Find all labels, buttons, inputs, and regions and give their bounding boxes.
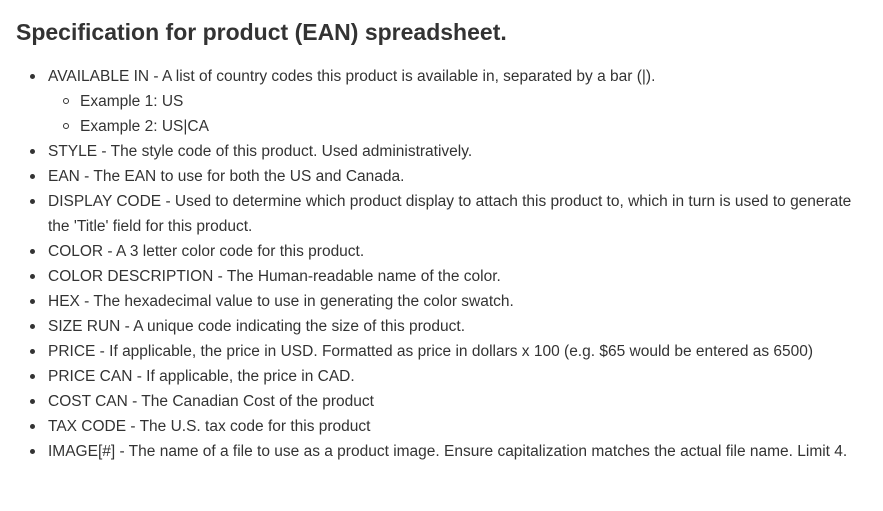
list-item-cost-can: COST CAN - The Canadian Cost of the prod… (30, 389, 868, 414)
page-title: Specification for product (EAN) spreadsh… (16, 19, 507, 45)
list-item-available-in: AVAILABLE IN - A list of country codes t… (30, 64, 868, 139)
list-item-text: AVAILABLE IN - A list of country codes t… (48, 68, 656, 85)
list-item-hex: HEX - The hexadecimal value to use in ge… (30, 289, 868, 314)
example-sublist: Example 1: US Example 2: US|CA (48, 89, 868, 139)
list-item-price-can: PRICE CAN - If applicable, the price in … (30, 364, 868, 389)
sublist-item: Example 1: US (63, 89, 868, 114)
list-item-style: STYLE - The style code of this product. … (30, 139, 868, 164)
list-item-price: PRICE - If applicable, the price in USD.… (30, 339, 868, 364)
list-item-display-code: DISPLAY CODE - Used to determine which p… (30, 189, 868, 239)
list-item-tax-code: TAX CODE - The U.S. tax code for this pr… (30, 414, 868, 439)
spec-page: Specification for product (EAN) spreadsh… (0, 0, 883, 511)
list-item-color: COLOR - A 3 letter color code for this p… (30, 239, 868, 264)
list-item-color-description: COLOR DESCRIPTION - The Human-readable n… (30, 264, 868, 289)
list-item-ean: EAN - The EAN to use for both the US and… (30, 164, 868, 189)
list-item-image: IMAGE[#] - The name of a file to use as … (30, 439, 868, 464)
sublist-item: Example 2: US|CA (63, 114, 868, 139)
list-item-size-run: SIZE RUN - A unique code indicating the … (30, 314, 868, 339)
spec-list: AVAILABLE IN - A list of country codes t… (16, 64, 868, 464)
